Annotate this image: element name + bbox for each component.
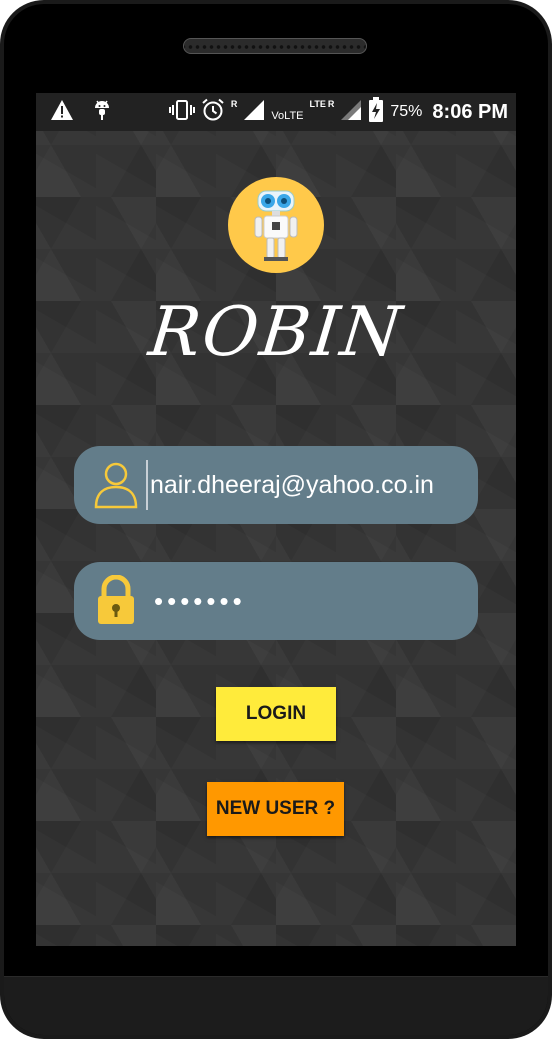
vibrate-icon bbox=[168, 99, 195, 125]
user-outline-icon bbox=[88, 457, 144, 513]
android-debug-icon bbox=[92, 98, 112, 126]
app-screen: R VoLTE LTE R 75% 8:06 PM ROBIN nair.dhe… bbox=[36, 93, 516, 946]
volte-label: VoLTE bbox=[271, 110, 304, 122]
phone-frame: R VoLTE LTE R 75% 8:06 PM ROBIN nair.dhe… bbox=[0, 0, 552, 1039]
app-title: ROBIN bbox=[145, 293, 407, 372]
status-bar-system: R VoLTE LTE R 75% 8:06 PM bbox=[168, 97, 508, 127]
password-input[interactable] bbox=[146, 576, 489, 626]
robot-icon bbox=[228, 177, 324, 273]
earpiece-speaker bbox=[183, 38, 367, 54]
phone-chin bbox=[4, 976, 548, 1035]
lte-label: LTE bbox=[309, 99, 326, 109]
status-bar: R VoLTE LTE R 75% 8:06 PM bbox=[36, 93, 516, 131]
new-user-button[interactable]: NEW USER ? bbox=[207, 782, 344, 836]
padlock-icon bbox=[88, 573, 144, 629]
battery-charging-icon bbox=[368, 97, 384, 127]
password-field[interactable] bbox=[74, 562, 489, 640]
login-button[interactable]: LOGIN bbox=[216, 687, 336, 741]
roaming-indicator: R bbox=[230, 99, 238, 109]
alarm-icon bbox=[201, 98, 225, 126]
status-bar-notifications bbox=[50, 99, 112, 125]
roaming-indicator-2: R bbox=[327, 99, 335, 109]
battery-percent: 75% bbox=[390, 103, 423, 120]
signal-icon bbox=[243, 99, 265, 125]
signal-icon-2 bbox=[340, 99, 362, 125]
email-input[interactable] bbox=[146, 460, 478, 510]
warning-icon bbox=[50, 99, 74, 125]
email-field[interactable] bbox=[74, 446, 478, 524]
clock-time: 8:06 PM bbox=[432, 100, 508, 123]
